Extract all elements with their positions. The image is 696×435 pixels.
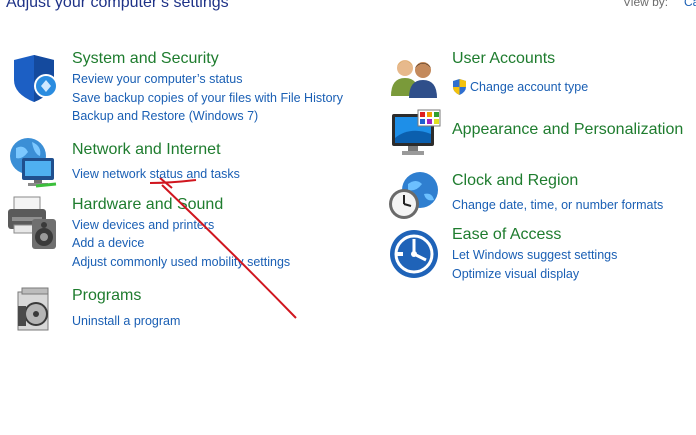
add-device-link[interactable]: Add a device [72,236,144,250]
network-internet-title[interactable]: Network and Internet [72,141,221,159]
user-accounts-title[interactable]: User Accounts [452,50,555,68]
shield-icon [8,52,60,109]
ease-of-access-title[interactable]: Ease of Access [452,226,561,244]
printer-speaker-icon [6,195,62,256]
appearance-personalization-title[interactable]: Appearance and Personalization [452,121,683,139]
clock-globe-icon [388,170,440,227]
users-icon [390,56,440,103]
devices-printers-link[interactable]: View devices and printers [72,218,214,232]
view-by-label: View by: [623,0,669,9]
system-security-title[interactable]: System and Security [72,50,219,68]
monitor-palette-icon [390,108,442,165]
date-time-formats-link[interactable]: Change date, time, or number formats [452,198,663,212]
programs-title[interactable]: Programs [72,287,141,305]
ease-of-access-icon [389,229,439,284]
review-status-link[interactable]: Review your computer’s status [72,72,242,86]
windows-suggest-settings-link[interactable]: Let Windows suggest settings [452,248,617,262]
uac-shield-icon [452,79,467,100]
view-network-status-link[interactable]: View network status and tasks [72,167,240,181]
change-account-type-link[interactable]: Change account type [470,80,588,94]
page-title: Adjust your computer’s settings [6,0,229,11]
network-globe-icon [6,136,62,195]
hardware-sound-title[interactable]: Hardware and Sound [72,196,223,214]
view-by-dropdown[interactable]: Ca [684,0,696,9]
mobility-settings-link[interactable]: Adjust commonly used mobility settings [72,255,290,269]
uninstall-program-link[interactable]: Uninstall a program [72,314,180,328]
backup-restore-link[interactable]: Backup and Restore (Windows 7) [72,109,258,123]
programs-disc-icon [14,286,54,339]
clock-region-title[interactable]: Clock and Region [452,172,578,190]
optimize-visual-display-link[interactable]: Optimize visual display [452,267,579,281]
file-history-link[interactable]: Save backup copies of your files with Fi… [72,91,343,105]
